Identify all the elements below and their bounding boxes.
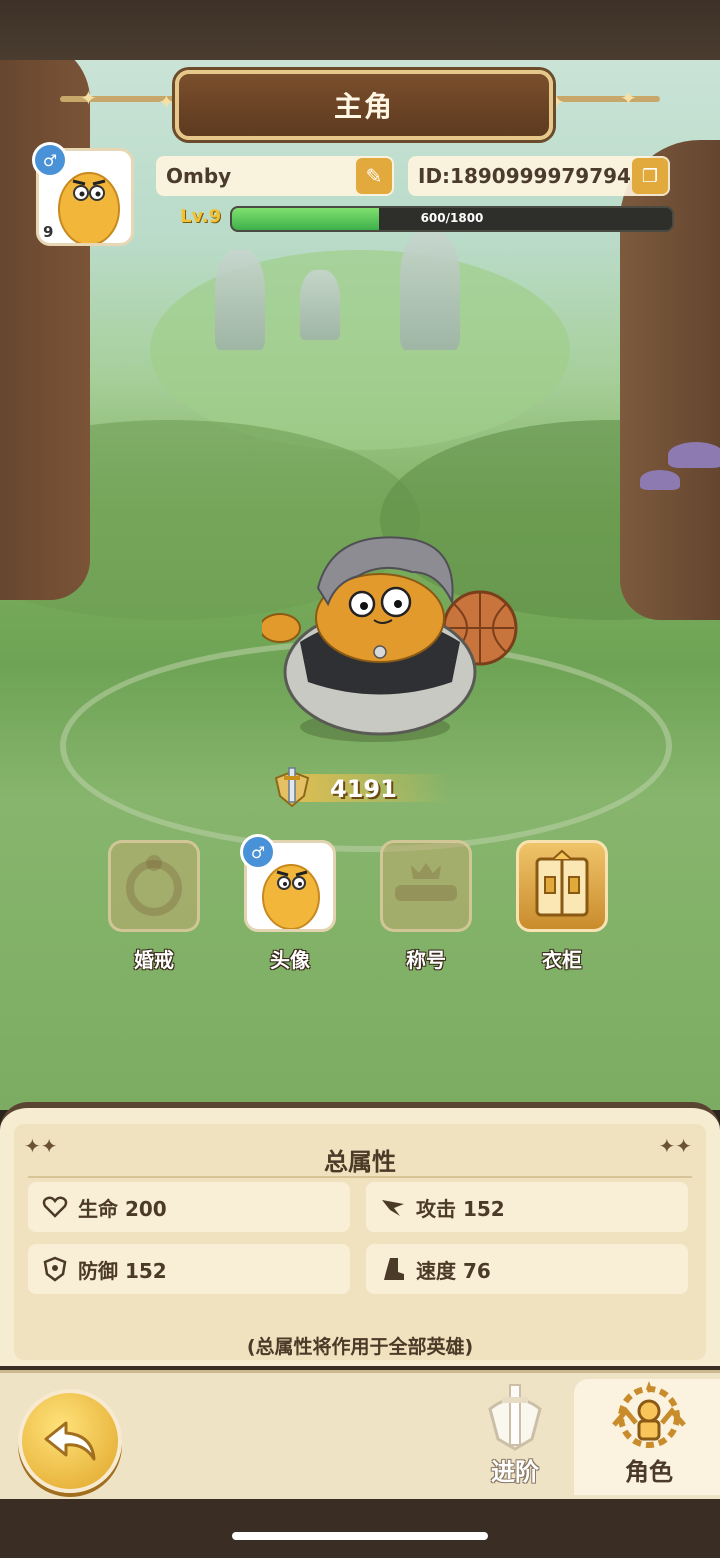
player-name: Omby xyxy=(166,164,232,188)
tab-advance[interactable]: 进阶 xyxy=(460,1379,570,1495)
page-title: 主角 xyxy=(333,90,394,123)
shield-icon xyxy=(43,1256,67,1282)
gender-male-icon: ♂ xyxy=(32,142,68,178)
avatar-level: 9 xyxy=(43,223,54,241)
bottom-nav: 进阶 角色 xyxy=(0,1366,720,1558)
player-level: Lv.9 xyxy=(180,206,222,227)
copy-icon: ❐ xyxy=(641,165,659,187)
character-emblem-icon xyxy=(612,1381,686,1448)
gender-male-icon: ♂ xyxy=(240,834,276,870)
xp-bar: 600/1800 xyxy=(230,206,674,232)
sparkle-icon: ✦ xyxy=(620,86,637,110)
total-stats-note: (总属性将作用于全部英雄) xyxy=(246,1336,474,1358)
stat-speed-text: 速度 76 xyxy=(416,1258,491,1283)
home-indicator[interactable] xyxy=(232,1532,488,1540)
wardrobe-slot-label: 衣柜 xyxy=(542,948,582,972)
player-id: ID:1890999979794 xyxy=(418,164,631,188)
stat-speed: 速度 76 xyxy=(366,1244,688,1294)
character-screen: ✦ ✦ ✦ ✦ 主角 9 ♂ Omby ✎ ID:1890999979794 ❐… xyxy=(0,0,720,1558)
wardrobe-slot-button[interactable] xyxy=(516,840,608,932)
claw-icon xyxy=(382,1200,404,1216)
title-slot-label: 称号 xyxy=(406,948,446,972)
total-stats-panel: ✦✦ ✦✦ 总属性 生命 200 攻击 152 防御 152 速度 76 (总属… xyxy=(0,1102,720,1378)
tab-character-label: 角色 xyxy=(625,1458,673,1486)
ring-slot-button[interactable] xyxy=(108,840,200,932)
sparkle-icon: ✦ xyxy=(80,86,97,110)
back-button[interactable] xyxy=(18,1389,122,1493)
total-stats-title: 总属性 xyxy=(324,1148,396,1176)
crown-banner-icon xyxy=(395,863,457,901)
copy-id-button[interactable]: ❐ xyxy=(632,158,668,194)
stat-hp-text: 生命 200 xyxy=(78,1196,167,1221)
pencil-icon: ✎ xyxy=(365,164,383,188)
ring-icon xyxy=(126,855,182,916)
total-stats-inner: ✦✦ ✦✦ 总属性 生命 200 攻击 152 防御 152 速度 76 (总属… xyxy=(14,1124,706,1360)
bottom-tray: 进阶 角色 xyxy=(0,1370,720,1499)
player-id-box: ID:1890999979794 ❐ xyxy=(408,156,670,196)
boot-icon xyxy=(384,1258,404,1280)
page-title-plate: 主角 xyxy=(175,70,553,140)
stat-defense: 防御 152 xyxy=(28,1244,350,1294)
xp-text: 600/1800 xyxy=(420,211,484,225)
title-slot-button[interactable] xyxy=(380,840,472,932)
panel-divider xyxy=(28,1176,692,1178)
sword-shield-icon xyxy=(274,767,310,808)
edit-name-button[interactable]: ✎ xyxy=(356,158,392,194)
avatar-slot-label: 头像 xyxy=(270,948,310,972)
power-rating: 4191 xyxy=(270,766,470,810)
stat-attack-text: 攻击 152 xyxy=(416,1196,505,1221)
power-value: 4191 xyxy=(330,775,397,803)
ring-slot-label: 婚戒 xyxy=(134,948,174,972)
wardrobe-icon xyxy=(535,849,589,917)
heart-icon xyxy=(42,1196,68,1218)
hero-character[interactable] xyxy=(262,532,522,742)
stat-defense-text: 防御 152 xyxy=(78,1258,167,1283)
stat-hp: 生命 200 xyxy=(28,1182,350,1232)
tab-character[interactable]: 角色 xyxy=(574,1379,720,1495)
tab-advance-label: 进阶 xyxy=(491,1458,539,1486)
top-branch xyxy=(0,0,720,60)
sparkle-icon: ✦ xyxy=(158,90,175,114)
stat-attack: 攻击 152 xyxy=(366,1182,688,1232)
player-name-box: Omby ✎ xyxy=(156,156,394,196)
sword-emblem-icon xyxy=(488,1384,542,1451)
back-arrow-icon xyxy=(44,1421,96,1461)
